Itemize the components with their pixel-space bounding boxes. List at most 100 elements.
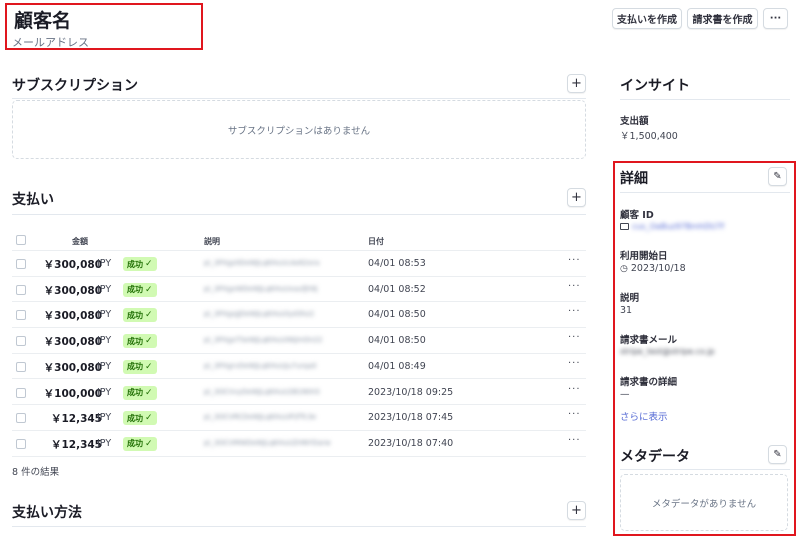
customer-since-label: 利用開始日 (620, 251, 668, 262)
payment-date: 2023/10/18 09:25 (368, 386, 454, 398)
status-badge: 成功 ✓ (123, 334, 157, 349)
more-actions-button[interactable]: ··· (763, 8, 788, 29)
row-checkbox[interactable] (16, 361, 26, 372)
add-subscription-button[interactable]: + (567, 74, 586, 93)
payment-date: 2023/10/18 07:40 (368, 437, 454, 449)
status-badge-label: 成功 (127, 285, 143, 295)
row-checkbox[interactable] (16, 336, 26, 347)
payment-currency: JPY (97, 360, 112, 372)
payment-description: pi_3PXgxJJDeWJLqKHuUlyd3hz2 (204, 310, 315, 319)
description-value: 31 (620, 305, 633, 316)
row-more-actions-icon[interactable]: ··· (568, 435, 581, 446)
description-label: 説明 (620, 293, 640, 304)
payment-amount: ￥100,000 (43, 387, 102, 400)
table-row[interactable]: ￥300,080 JPY 成功 ✓ pi_3PXgxWDeWJLqKHuUxaufJh9… (12, 277, 586, 303)
check-icon: ✓ (145, 259, 153, 269)
invoice-email-label: 請求書メール (620, 335, 678, 346)
add-payment-method-button[interactable]: + (567, 501, 586, 520)
insights-divider (620, 99, 790, 100)
table-row[interactable]: ￥300,080 JPY 成功 ✓ pi_3PXgxTSeWJLqKHuUIWJmOn2… (12, 328, 586, 354)
row-checkbox[interactable] (16, 413, 26, 424)
column-header-date: 日付 (368, 237, 384, 246)
row-more-actions-icon[interactable]: ··· (568, 255, 581, 266)
payment-description: pi_3OCVvyDeWJLqKHuU2B1NtH3 (204, 387, 320, 396)
row-checkbox[interactable] (16, 259, 26, 269)
status-badge: 成功 ✓ (123, 411, 157, 426)
payment-date: 04/01 08:53 (368, 258, 426, 269)
row-more-actions-icon[interactable]: ··· (568, 384, 581, 395)
row-checkbox[interactable] (16, 284, 26, 295)
payments-result-count: 8 件の結果 (12, 467, 60, 478)
show-more-link[interactable]: さらに表示 (620, 409, 668, 423)
row-checkbox[interactable] (16, 387, 26, 398)
payment-currency: JPY (97, 258, 112, 269)
row-checkbox[interactable] (16, 310, 26, 321)
status-badge-label: 成功 (127, 310, 143, 320)
payment-methods-divider (12, 526, 586, 527)
metadata-divider (620, 469, 790, 470)
payment-currency: JPY (97, 412, 112, 424)
status-badge: 成功 ✓ (123, 308, 157, 323)
payment-currency: JPY (97, 386, 112, 398)
payment-methods-title: 支払い方法 (12, 505, 82, 521)
payment-description: pi_3PXgxWDeWJLqKHuUxaufJh9j (204, 284, 318, 293)
status-badge-label: 成功 (127, 439, 143, 449)
payment-date: 04/01 08:50 (368, 335, 426, 347)
check-icon: ✓ (145, 336, 153, 347)
check-icon: ✓ (145, 438, 153, 449)
customer-header-highlight (5, 3, 203, 50)
column-header-amount: 金額 (72, 237, 88, 246)
row-more-actions-icon[interactable]: ··· (568, 332, 581, 343)
table-row[interactable]: ￥300,080 JPY 成功 ✓ pi_3PXgz0DeWJLqKHuUcAe62or… (12, 251, 586, 277)
subscriptions-title: サブスクリプション (12, 78, 138, 94)
spend-value: ￥1,500,400 (620, 131, 678, 142)
status-badge-label: 成功 (127, 413, 143, 423)
status-badge: 成功 ✓ (123, 436, 157, 451)
table-row[interactable]: ￥12,345 JPY 成功 ✓ pi_3OCVMWDeWJLqKHuUZHNYDarw… (12, 431, 586, 457)
table-row[interactable]: ￥300,080 JPY 成功 ✓ pi_3PXgrvDeWJLqKHuUJu7urqa… (12, 354, 586, 380)
row-more-actions-icon[interactable]: ··· (568, 306, 581, 317)
row-more-actions-icon[interactable]: ··· (568, 358, 581, 369)
table-row[interactable]: ￥300,080 JPY 成功 ✓ pi_3PXgxJJDeWJLqKHuUlyd3hz… (12, 302, 586, 329)
invoice-email-value: stripe_test@stripe.co.jp (620, 347, 715, 356)
payment-currency: JPY (97, 437, 112, 449)
customer-id-value[interactable]: cus_OaBuz97BmhDU7f (632, 222, 724, 231)
details-divider (620, 192, 790, 193)
payments-title: 支払い (12, 192, 54, 208)
status-badge-label: 成功 (127, 336, 143, 346)
table-row[interactable]: ￥100,000 JPY 成功 ✓ pi_3OCVvyDeWJLqKHuU2B1NtH3… (12, 380, 586, 406)
add-payment-button[interactable]: + (567, 188, 586, 207)
subscriptions-divider (12, 98, 586, 99)
edit-details-button[interactable]: ✎ (768, 167, 787, 186)
pencil-icon: ✎ (773, 449, 782, 460)
metadata-empty-text: メタデータがありません (651, 498, 757, 510)
customer-id-label: 顧客 ID (620, 210, 654, 221)
status-badge: 成功 ✓ (123, 359, 157, 374)
create-invoice-button[interactable]: 請求書を作成 (687, 8, 758, 29)
create-payment-button[interactable]: 支払いを作成 (612, 8, 682, 29)
row-more-actions-icon[interactable]: ··· (568, 281, 581, 292)
table-row[interactable]: ￥12,345 JPY 成功 ✓ pi_3OCVRCDeWJLqKHuUP2fTc3e 2… (12, 405, 586, 431)
clock-icon: ◷ (620, 263, 628, 274)
customer-since-value: 2023/10/18 (630, 263, 686, 274)
check-icon: ✓ (145, 310, 153, 321)
payments-divider (12, 214, 586, 215)
payment-description: pi_3PXgz0DeWJLqKHuUcAe62ora (204, 259, 320, 267)
invoice-details-label: 請求書の詳細 (620, 377, 678, 388)
insights-title: インサイト (620, 78, 690, 94)
payment-currency: JPY (97, 283, 112, 295)
payment-description: pi_3PXgxTSeWJLqKHuUIWJmOn22 (204, 336, 323, 345)
payment-amount: ￥300,080 (43, 259, 102, 271)
status-badge-label: 成功 (127, 362, 143, 372)
payment-description: pi_3PXgrvDeWJLqKHuUJu7urqa0 (204, 361, 317, 370)
check-icon: ✓ (145, 284, 153, 295)
check-icon: ✓ (145, 413, 153, 424)
select-all-checkbox[interactable] (16, 235, 26, 245)
status-badge: 成功 ✓ (123, 385, 157, 400)
payment-currency: JPY (97, 309, 112, 321)
payment-date: 2023/10/18 07:45 (368, 412, 454, 424)
row-checkbox[interactable] (16, 438, 26, 449)
subscriptions-empty-text: サブスクリプションはありません (227, 125, 371, 137)
edit-metadata-button[interactable]: ✎ (768, 445, 787, 464)
row-more-actions-icon[interactable]: ··· (568, 409, 581, 420)
